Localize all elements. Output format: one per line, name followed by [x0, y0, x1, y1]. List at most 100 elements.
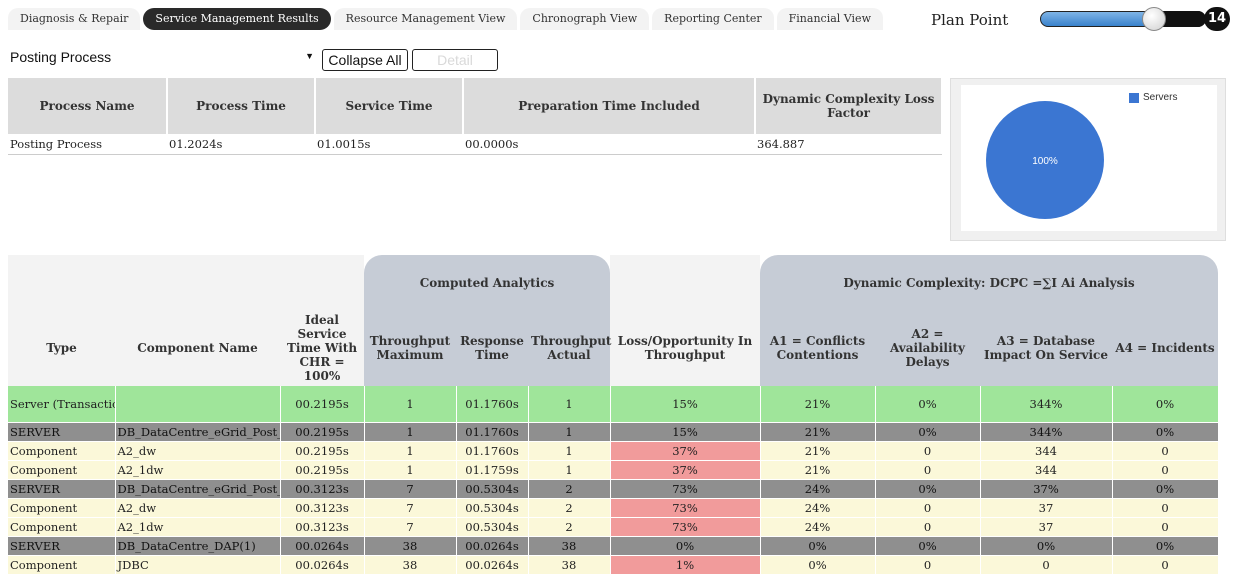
cell-throughput-actual: 1: [528, 422, 611, 442]
cell-a4: 0%: [1112, 479, 1219, 499]
cell-response-time: 00.0264s: [456, 555, 529, 575]
cell-throughput-maximum: 7: [364, 498, 457, 518]
col-loss-opportunity: Loss/Opportunity In Throughput: [610, 310, 760, 386]
cell-a4: 0: [1112, 555, 1219, 575]
table-row[interactable]: Component A2_1dw 00.3123s 7 00.5304s 2 73% 24% 0…: [8, 517, 1219, 537]
cell-type: Component: [8, 498, 116, 518]
cell-throughput-actual: 38: [528, 536, 611, 556]
cell-a1: 0%: [760, 536, 876, 556]
cell-loss-opportunity: 15%: [610, 386, 761, 423]
cell-component-name: A2_1dw: [115, 517, 281, 537]
cell-a3: 37: [980, 498, 1113, 518]
cell-ideal-service-time: 00.0264s: [280, 536, 365, 556]
cell-loss-opportunity: 1%: [610, 555, 761, 575]
col-loss-factor: Dynamic Complexity Loss Factor: [755, 78, 943, 134]
table-row[interactable]: SERVER DB_DataCentre_eGrid_Post_B 00.3123s…: [8, 479, 1219, 499]
cell-throughput-maximum: 1: [364, 386, 457, 423]
group-header-dynamic: Dynamic Complexity: DCPC =∑I Ai Analysis: [760, 255, 1219, 310]
cell-response-time: 01.1760s: [456, 422, 529, 442]
cell-a3: 0%: [980, 536, 1113, 556]
cell-throughput-maximum: 1: [364, 422, 457, 442]
cell-response-time: 01.1760s: [456, 441, 529, 461]
cell-service-time: 01.0015s: [315, 134, 463, 155]
cell-component-name: DB_DataCentre_DAP(1): [115, 536, 281, 556]
cell-loss-opportunity: 37%: [610, 441, 761, 461]
tab-financial-view[interactable]: Financial View: [776, 8, 883, 30]
cell-a3: 37: [980, 517, 1113, 537]
process-select[interactable]: Posting Process ▼: [8, 47, 316, 69]
cell-response-time: 01.1759s: [456, 460, 529, 480]
plan-point-slider-thumb[interactable]: [1142, 7, 1166, 31]
tab-reporting-center[interactable]: Reporting Center: [652, 8, 774, 30]
cell-throughput-actual: 2: [528, 479, 611, 499]
col-process-time: Process Time: [167, 78, 316, 134]
cell-a3: 37%: [980, 479, 1113, 499]
cell-response-time: 00.5304s: [456, 517, 529, 537]
cell-preparation-time: 00.0000s: [463, 134, 755, 155]
cell-type: SERVER: [8, 422, 116, 442]
plan-point-slider-remainder: [1160, 11, 1206, 27]
group-header-blank: [8, 255, 364, 310]
analytics-body: Server (Transactional)00.2195s101.1760s1…: [8, 386, 1219, 575]
legend-label: Servers: [1143, 92, 1178, 103]
cell-ideal-service-time: 00.3123s: [280, 498, 365, 518]
table-row[interactable]: SERVER DB_DataCentre_DAP(1) 00.0264s 38 00.0…: [8, 536, 1219, 556]
cell-a3: 344: [980, 460, 1113, 480]
cell-a2: 0: [875, 517, 981, 537]
cell-a2: 0: [875, 555, 981, 575]
top-bar: Diagnosis & Repair Service Management Res…: [0, 0, 1243, 40]
tab-chronograph-view[interactable]: Chronograph View: [520, 8, 650, 30]
col-process-name: Process Name: [8, 78, 168, 134]
cell-throughput-actual: 1: [528, 441, 611, 461]
cell-a4: 0%: [1112, 536, 1219, 556]
cell-type: Component: [8, 460, 116, 480]
detail-button[interactable]: Detail: [412, 49, 498, 71]
cell-type: Server (Transactional): [8, 386, 116, 423]
cell-loss-opportunity: 73%: [610, 479, 761, 499]
cell-throughput-actual: 1: [528, 460, 611, 480]
plan-point-label: Plan Point: [931, 11, 1009, 29]
cell-throughput-actual: 2: [528, 498, 611, 518]
cell-a2: 0%: [875, 479, 981, 499]
cell-a4: 0: [1112, 441, 1219, 461]
cell-ideal-service-time: 00.0264s: [280, 555, 365, 575]
cell-a4: 0%: [1112, 422, 1219, 442]
tab-service-management-results[interactable]: Service Management Results: [143, 8, 331, 30]
table-row[interactable]: SERVER DB_DataCentre_eGrid_Post_A 00.2195s…: [8, 422, 1219, 442]
cell-a3: 0: [980, 555, 1113, 575]
cell-component-name: A2_1dw: [115, 460, 281, 480]
cell-throughput-maximum: 1: [364, 460, 457, 480]
cell-throughput-maximum: 38: [364, 536, 457, 556]
table-row[interactable]: Component A2_dw 00.3123s 7 00.5304s 2 73% 24% 0 3…: [8, 498, 1219, 518]
cell-loss-opportunity: 0%: [610, 536, 761, 556]
tab-diagnosis-repair[interactable]: Diagnosis & Repair: [8, 8, 141, 30]
table-row[interactable]: Component JDBC 00.0264s 38 00.0264s 38 1% 0% 0 0 0: [8, 555, 1219, 575]
cell-ideal-service-time: 00.2195s: [280, 460, 365, 480]
cell-a4: 0: [1112, 498, 1219, 518]
cell-a1: 24%: [760, 498, 876, 518]
dropdown-arrow-icon: ▼: [305, 51, 314, 61]
table-row[interactable]: Component A2_1dw 00.2195s 1 01.1759s 1 37% 21% 0…: [8, 460, 1219, 480]
col-a3-database-impact: A3 = Database Impact On Service: [980, 310, 1112, 386]
table-row[interactable]: Posting Process 01.2024s 01.0015s 00.000…: [8, 134, 942, 155]
cell-response-time: 00.5304s: [456, 479, 529, 499]
table-row[interactable]: Server (Transactional)00.2195s101.1760s1…: [8, 386, 1219, 423]
cell-a1: 24%: [760, 517, 876, 537]
process-summary-table: Process Name Process Time Service Time P…: [8, 78, 943, 155]
cell-a1: 21%: [760, 460, 876, 480]
collapse-all-button[interactable]: Collapse All: [322, 49, 408, 71]
cell-type: SERVER: [8, 479, 116, 499]
table-row[interactable]: Component A2_dw 00.2195s 1 01.1760s 1 37% 21% 0 3…: [8, 441, 1219, 461]
col-type: Type: [8, 310, 115, 386]
analytics-table: Computed Analytics Dynamic Complexity: D…: [8, 255, 1219, 575]
cell-ideal-service-time: 00.2195s: [280, 386, 365, 423]
cell-a2: 0%: [875, 422, 981, 442]
tab-resource-management-view[interactable]: Resource Management View: [333, 8, 518, 30]
col-a2-availability: A2 = Availability Delays: [875, 310, 980, 386]
cell-type: Component: [8, 555, 116, 575]
cell-a1: 0%: [760, 555, 876, 575]
col-service-time: Service Time: [315, 78, 464, 134]
cell-throughput-actual: 2: [528, 517, 611, 537]
cell-a2: 0: [875, 441, 981, 461]
cell-a4: 0: [1112, 460, 1219, 480]
